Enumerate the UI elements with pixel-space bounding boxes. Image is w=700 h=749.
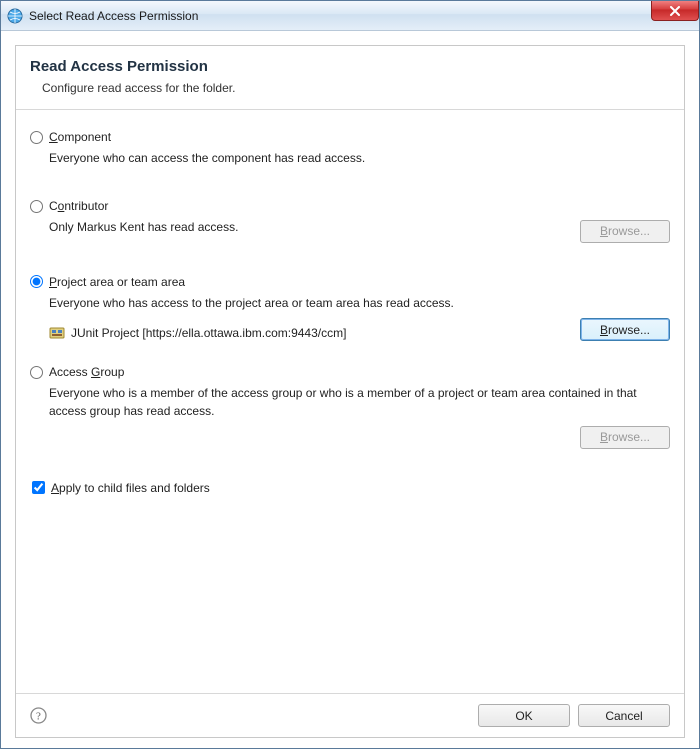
dialog-content: Read Access Permission Configure read ac…: [1, 31, 699, 748]
body: Component Everyone who can access the co…: [16, 110, 684, 693]
app-icon: [7, 8, 23, 24]
titlebar[interactable]: Select Read Access Permission: [1, 1, 699, 31]
apply-children-checkbox[interactable]: [32, 481, 45, 494]
apply-children-label: Apply to child files and folders: [51, 481, 210, 495]
ok-button[interactable]: OK: [478, 704, 570, 727]
browse-group-button[interactable]: Browse...: [580, 426, 670, 449]
close-icon: [669, 6, 681, 16]
desc-component: Everyone who can access the component ha…: [30, 150, 670, 167]
footer-buttons: OK Cancel: [478, 704, 670, 727]
option-contributor: Contributor Only Markus Kent has read ac…: [30, 199, 670, 242]
option-group: Access Group Everyone who is a member of…: [30, 365, 670, 449]
option-project: Project area or team area Everyone who h…: [30, 275, 670, 341]
desc-contributor: Only Markus Kent has read access.: [30, 219, 570, 236]
radio-component-row[interactable]: Component: [30, 130, 670, 144]
footer: ? OK Cancel: [16, 693, 684, 737]
svg-text:?: ?: [36, 711, 41, 723]
radio-contributor-label: Contributor: [49, 199, 108, 213]
project-entry-row: JUnit Project [https://ella.ottawa.ibm.c…: [30, 325, 570, 341]
radio-contributor-row[interactable]: Contributor: [30, 199, 670, 213]
close-button[interactable]: [651, 1, 699, 21]
browse-contributor-button[interactable]: Browse...: [580, 220, 670, 243]
radio-group[interactable]: [30, 366, 43, 379]
header-subtitle: Configure read access for the folder.: [30, 81, 670, 95]
desc-group: Everyone who is a member of the access g…: [30, 385, 670, 420]
apply-children-row[interactable]: Apply to child files and folders: [30, 481, 670, 495]
radio-project[interactable]: [30, 275, 43, 288]
browse-project-button[interactable]: Browse...: [580, 318, 670, 341]
dialog-window: Select Read Access Permission Read Acces…: [0, 0, 700, 749]
header: Read Access Permission Configure read ac…: [16, 46, 684, 110]
help-icon[interactable]: ?: [30, 707, 47, 724]
radio-project-row[interactable]: Project area or team area: [30, 275, 670, 289]
radio-group-label: Access Group: [49, 365, 124, 379]
cancel-button[interactable]: Cancel: [578, 704, 670, 727]
radio-group-row[interactable]: Access Group: [30, 365, 670, 379]
project-icon: [49, 325, 65, 341]
project-entry-text: JUnit Project [https://ella.ottawa.ibm.c…: [71, 326, 570, 340]
desc-project: Everyone who has access to the project a…: [30, 295, 670, 312]
radio-contributor[interactable]: [30, 200, 43, 213]
radio-project-label: Project area or team area: [49, 275, 185, 289]
header-title: Read Access Permission: [30, 58, 670, 75]
titlebar-title: Select Read Access Permission: [29, 9, 198, 23]
inner-panel: Read Access Permission Configure read ac…: [15, 45, 685, 738]
radio-component-label: Component: [49, 130, 111, 144]
radio-component[interactable]: [30, 131, 43, 144]
option-component: Component Everyone who can access the co…: [30, 130, 670, 167]
